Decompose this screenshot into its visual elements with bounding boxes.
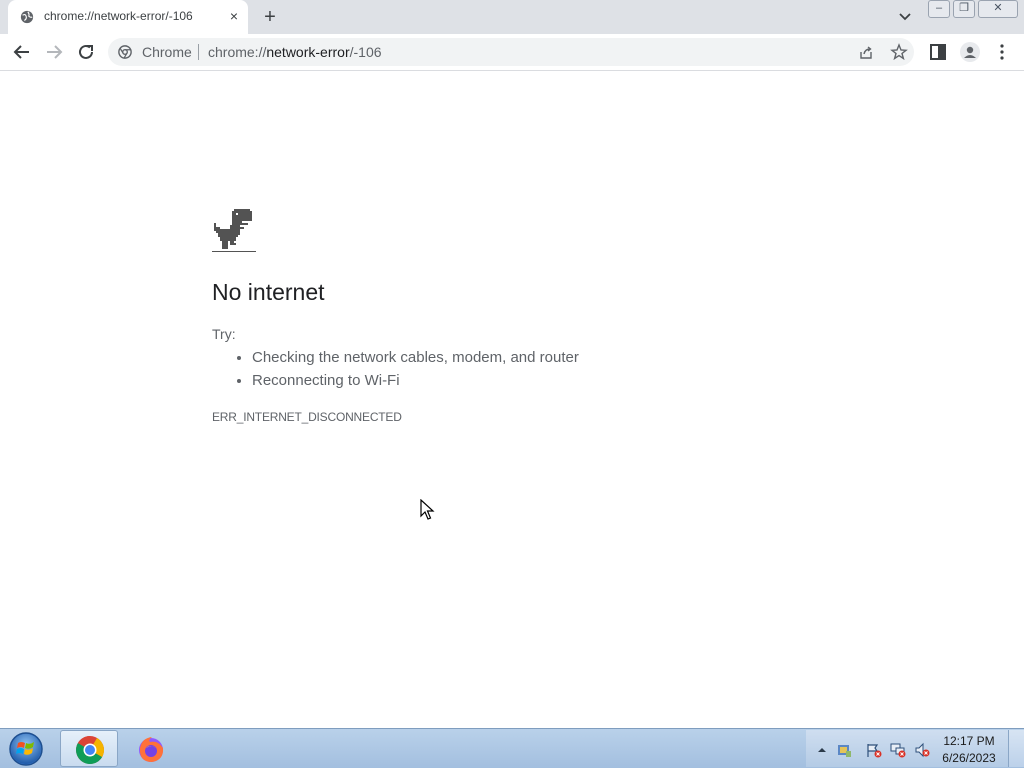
tab-search-chevron-icon[interactable]	[895, 8, 915, 26]
close-window-button[interactable]: ✕	[978, 0, 1018, 18]
windows-start-icon[interactable]	[6, 731, 46, 767]
suggestion-item: Checking the network cables, modem, and …	[252, 348, 579, 371]
address-bar[interactable]: Chrome chrome://network-error/-106	[108, 38, 914, 66]
minimize-button[interactable]: –	[928, 0, 950, 18]
show-desktop-button[interactable]	[1008, 730, 1024, 767]
share-icon[interactable]	[858, 44, 874, 60]
menu-kebab-icon[interactable]	[990, 40, 1014, 64]
restore-button[interactable]: ❐	[953, 0, 975, 18]
reload-icon[interactable]	[74, 40, 98, 64]
forward-arrow-icon[interactable]	[42, 40, 66, 64]
taskbar: 12:17 PM 6/26/2023	[0, 728, 1024, 768]
toolbar: Chrome chrome://network-error/-106	[0, 34, 1024, 71]
back-arrow-icon[interactable]	[10, 40, 34, 64]
omnibox-divider	[198, 44, 199, 60]
chrome-chip-label: Chrome	[142, 44, 192, 60]
dinosaur-icon[interactable]	[212, 209, 256, 253]
new-tab-button[interactable]: +	[258, 6, 282, 28]
tab-strip: chrome://network-error/-106 × + – ❐ ✕	[0, 0, 1024, 34]
tab-title: chrome://network-error/-106	[44, 9, 193, 23]
page-content: No internet Try: Checking the network ca…	[0, 71, 1024, 728]
chrome-icon	[76, 736, 104, 764]
show-hidden-icons-arrow-icon[interactable]	[814, 742, 830, 758]
firefox-icon	[139, 737, 164, 762]
globe-icon	[20, 10, 34, 24]
active-tab[interactable]: chrome://network-error/-106 ×	[8, 0, 248, 34]
action-center-icon[interactable]	[836, 742, 852, 758]
page-title: No internet	[212, 279, 325, 305]
network-disconnected-icon[interactable]	[890, 742, 906, 758]
error-code: ERR_INTERNET_DISCONNECTED	[212, 410, 402, 424]
tab-close-icon[interactable]: ×	[226, 8, 242, 24]
bookmark-star-icon[interactable]	[890, 43, 908, 61]
suggestion-list: Checking the network cables, modem, and …	[232, 348, 579, 394]
url-text[interactable]: chrome://network-error/-106	[208, 44, 382, 60]
mouse-cursor-icon	[420, 499, 435, 520]
profile-avatar-icon[interactable]	[958, 40, 982, 64]
side-panel-icon[interactable]	[926, 40, 950, 64]
taskbar-firefox-button[interactable]	[122, 730, 180, 767]
chrome-logo-icon[interactable]	[118, 45, 132, 59]
url-scheme: chrome://	[208, 44, 267, 60]
url-path: /-106	[349, 44, 382, 60]
taskbar-chrome-button[interactable]	[60, 730, 118, 767]
clock-date[interactable]: 6/26/2023	[940, 751, 998, 765]
flag-error-icon[interactable]	[866, 742, 882, 758]
url-host: network-error	[266, 44, 350, 60]
volume-muted-icon[interactable]	[914, 742, 930, 758]
suggestion-item: Reconnecting to Wi-Fi	[252, 371, 579, 394]
clock-time[interactable]: 12:17 PM	[940, 734, 998, 748]
try-label: Try:	[212, 326, 236, 342]
